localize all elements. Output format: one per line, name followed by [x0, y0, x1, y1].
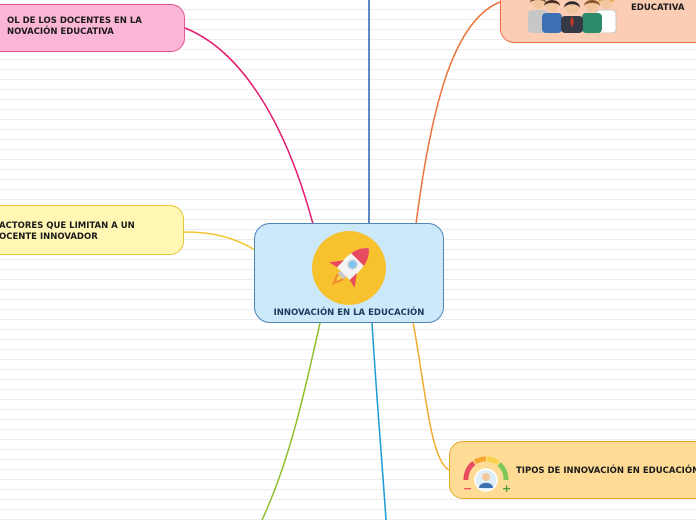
- connector-rol: [184, 27, 314, 225]
- topic-factores-limitan-label: ACTORES QUE LIMITAN A UN OCENTE INNOVADO…: [0, 221, 135, 242]
- rocket-icon: [312, 231, 386, 305]
- topic-rol-docentes-label: OL DE LOS DOCENTES EN LA NOVACIÓN EDUCAT…: [7, 16, 142, 37]
- topic-rol-docentes[interactable]: OL DE LOS DOCENTES EN LA NOVACIÓN EDUCAT…: [0, 4, 185, 52]
- connector-educativa: [415, 1, 501, 225]
- gauge-icon: − +: [463, 456, 511, 494]
- connector-tipos: [412, 321, 450, 471]
- svg-text:−: −: [463, 482, 472, 494]
- connector-bottom: [371, 322, 387, 520]
- topic-educativa-label: EDUCATIVA: [631, 3, 685, 13]
- people-group-icon: [528, 0, 617, 33]
- connector-factores: [183, 231, 256, 251]
- central-topic[interactable]: INNOVACIÓN EN LA EDUCACIÓN: [254, 223, 444, 323]
- topic-tipos-innovacion-label: TIPOS DE INNOVACIÓN EN EDUCACIÓN: [516, 466, 696, 476]
- svg-text:+: +: [502, 482, 511, 494]
- connector-bottom-left: [261, 322, 321, 520]
- topic-factores-limitan[interactable]: ACTORES QUE LIMITAN A UN OCENTE INNOVADO…: [0, 205, 184, 255]
- topic-tipos-innovacion[interactable]: − + TIPOS DE INNOVACIÓN EN EDUCACIÓN: [449, 441, 696, 499]
- central-topic-label: INNOVACIÓN EN LA EDUCACIÓN: [273, 308, 425, 318]
- topic-educativa[interactable]: EDUCATIVA: [500, 0, 696, 43]
